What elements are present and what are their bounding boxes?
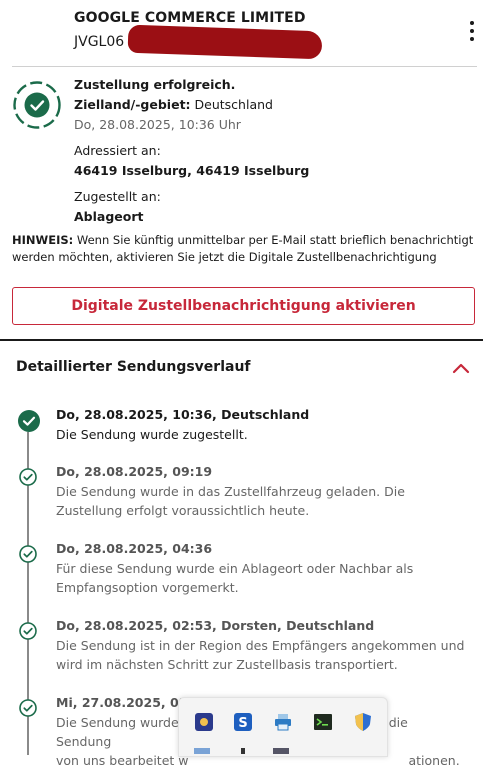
event-description-part: Die Sendung wurde <box>56 715 179 730</box>
divider <box>12 66 477 67</box>
addressed-label: Adressiert an: <box>74 143 161 158</box>
check-outline-icon <box>19 622 37 644</box>
delivered-value: Ablageort <box>74 209 144 224</box>
event-title: Do, 28.08.2025, 04:36 <box>56 541 213 556</box>
destination-value: Deutschland <box>194 97 273 112</box>
check-outline-icon <box>19 468 37 490</box>
event-description: Die Sendung wurde in das Zustellfahrzeug… <box>56 484 405 518</box>
event-title: Mi, 27.08.2025, 05: <box>56 695 193 710</box>
app-icon-partial <box>273 748 289 754</box>
section-divider <box>0 339 483 341</box>
status-title: Zustellung erfolgreich. <box>74 77 236 92</box>
notice-body: Wenn Sie künftig unmittelbar per E-Mail … <box>12 233 474 264</box>
event-title: Do, 28.08.2025, 02:53, Dorsten, Deutschl… <box>56 618 375 633</box>
chevron-up-icon[interactable] <box>450 360 472 376</box>
svg-text:S: S <box>238 716 247 731</box>
app-icon-partial <box>241 748 245 754</box>
event-description: Die Sendung wurde zugestellt. <box>56 427 248 442</box>
event-description-part: ationen. <box>408 753 460 768</box>
activate-digital-notification-button[interactable]: Digitale Zustellbenachrichtigung aktivie… <box>12 287 475 325</box>
check-circle-icon <box>12 80 62 130</box>
event-description: Für diese Sendung wurde ein Ablageort od… <box>56 561 414 595</box>
shield-icon[interactable] <box>353 712 373 732</box>
sender-name: GOOGLE COMMERCE LIMITED <box>74 10 306 26</box>
check-outline-icon <box>19 699 37 721</box>
check-outline-icon <box>19 545 37 567</box>
s-app-icon[interactable]: S <box>233 712 253 732</box>
notice-text: HINWEIS: Wenn Sie künftig unmittelbar pe… <box>12 232 474 266</box>
notice-label: HINWEIS: <box>12 233 74 247</box>
destination-label: Zielland/-gebiet: <box>74 97 191 112</box>
terminal-icon[interactable] <box>313 712 333 732</box>
addressed-value: 46419 Isselburg, 46419 Isselburg <box>74 163 310 178</box>
kebab-menu-icon[interactable] <box>466 20 478 42</box>
delivery-datetime: Do, 28.08.2025, 10:36 Uhr <box>74 117 241 132</box>
status-details: Zustellung erfolgreich. Zielland/-gebiet… <box>74 75 309 227</box>
event-description-part: von uns bearbeitet w <box>56 753 189 768</box>
printer-icon[interactable] <box>273 712 293 732</box>
history-title: Detaillierter Sendungsverlauf <box>16 359 251 375</box>
redaction-mark <box>127 24 323 60</box>
event-title: Do, 28.08.2025, 09:19 <box>56 464 213 479</box>
shipment-header: GOOGLE COMMERCE LIMITED JVGL06 <box>0 0 483 66</box>
tracking-number: JVGL06 <box>74 34 125 50</box>
app-icon-partial <box>194 748 210 754</box>
check-filled-icon <box>17 409 41 437</box>
event-title: Do, 28.08.2025, 10:36, Deutschland <box>56 407 310 422</box>
event-description: Die Sendung ist in der Region des Empfän… <box>56 638 465 672</box>
app-icon-blue[interactable] <box>194 712 214 732</box>
destination-row: Zielland/-gebiet: Deutschland <box>74 95 309 115</box>
system-tray-popup: S <box>178 697 388 757</box>
delivered-label: Zugestellt an: <box>74 189 161 204</box>
